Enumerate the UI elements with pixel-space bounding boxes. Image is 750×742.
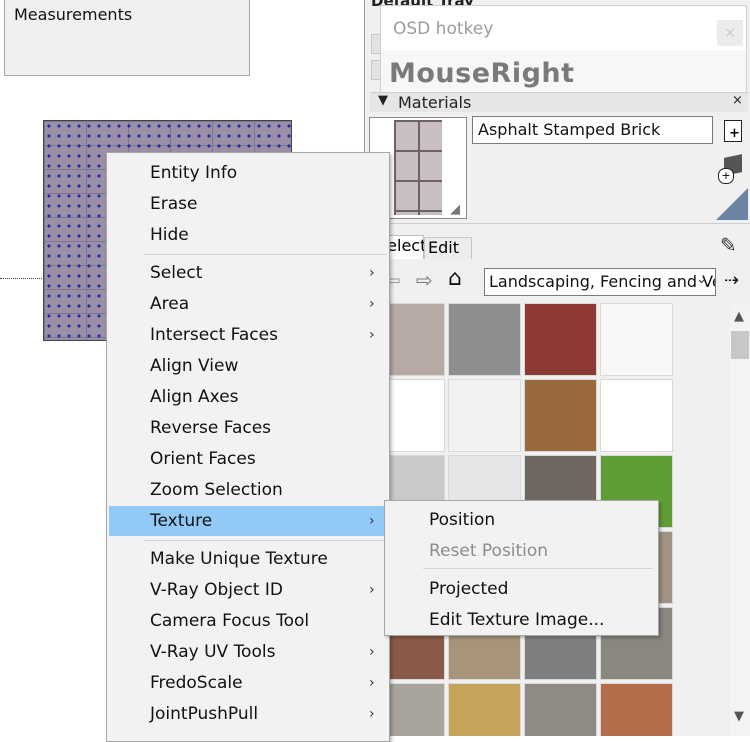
menu-item-zoom-selection[interactable]: Zoom Selection [109, 475, 387, 505]
material-name-field[interactable]: Asphalt Stamped Brick [472, 116, 713, 144]
collapse-arrow-icon[interactable]: ▼ [378, 93, 388, 108]
menu-item-hide[interactable]: Hide [109, 220, 387, 250]
submenu-item-edit-texture-image[interactable]: Edit Texture Image... [387, 605, 657, 635]
menu-item-label: Select [150, 263, 203, 283]
menu-item-make-unique-texture[interactable]: Make Unique Texture [109, 544, 387, 574]
menu-item-label: Reverse Faces [150, 418, 272, 438]
resize-corner-icon: ◢ [450, 202, 460, 217]
material-thumbnail[interactable] [524, 683, 597, 736]
menu-item-v-ray-object-id[interactable]: V-Ray Object ID › [109, 575, 387, 605]
material-thumbnail[interactable] [600, 683, 673, 736]
submenu-item-label: Projected [429, 579, 509, 599]
menu-separator [143, 254, 387, 255]
menu-item-label: Zoom Selection [150, 480, 283, 500]
submenu-arrow-icon: › [369, 582, 375, 598]
plus-circle-icon: + [718, 168, 734, 184]
menu-item-v-ray-uv-tools[interactable]: V-Ray UV Tools › [109, 637, 387, 667]
submenu-arrow-icon: › [369, 327, 375, 343]
submenu-arrow-icon: › [369, 644, 375, 660]
menu-item-select[interactable]: Select › [109, 258, 387, 288]
submenu-arrow-icon: › [369, 265, 375, 281]
menu-item-label: Texture [150, 511, 213, 531]
menu-item-entity-info[interactable]: Entity Info [109, 158, 387, 188]
menu-item-camera-focus-tool[interactable]: Camera Focus Tool [109, 606, 387, 636]
menu-item-label: V-Ray UV Tools [150, 642, 276, 662]
create-material-button[interactable]: + [724, 120, 744, 144]
menu-item-jointpushpull[interactable]: JointPushPull › [109, 699, 387, 729]
osd-header: OSD hotkey × [381, 6, 746, 50]
submenu-arrow-icon: › [369, 706, 375, 722]
menu-item-label: Orient Faces [150, 449, 256, 469]
submenu-item-position[interactable]: Position [387, 505, 657, 535]
submenu-arrow-icon: › [369, 513, 375, 529]
menu-item-align-axes[interactable]: Align Axes [109, 382, 387, 412]
submenu-arrow-icon: › [369, 296, 375, 312]
submenu-item-reset-position: Reset Position [387, 536, 657, 566]
menu-item-label: V-Ray Object ID [150, 580, 283, 600]
osd-close-button[interactable]: × [717, 20, 743, 46]
submenu-item-projected[interactable]: Projected [387, 574, 657, 604]
submenu-item-label: Position [429, 510, 496, 530]
menu-item-fredoscale[interactable]: FredoScale › [109, 668, 387, 698]
dotted-guide-line [0, 278, 42, 279]
osd-hotkey-overlay: OSD hotkey × MouseRight [381, 6, 746, 98]
menu-item-label: Align View [150, 356, 239, 376]
menu-item-erase[interactable]: Erase [109, 189, 387, 219]
sample-paint-triangle-icon[interactable] [716, 188, 748, 220]
menu-separator [143, 540, 387, 541]
osd-key-text: MouseRight [389, 58, 575, 89]
scroll-down-arrow-icon[interactable]: ▼ [734, 709, 744, 724]
scrollbar-thumb[interactable] [731, 331, 749, 359]
texture-submenu: Position Reset Position Projected Edit Text… [384, 500, 659, 636]
menu-item-area[interactable]: Area › [109, 289, 387, 319]
menu-item-label: Area [150, 294, 190, 314]
library-dropdown[interactable]: Landscaping, Fencing and Vegetation [484, 268, 716, 296]
material-thumbnail[interactable] [524, 379, 597, 452]
menu-item-label: Align Axes [150, 387, 239, 407]
menu-item-label: Camera Focus Tool [150, 611, 310, 631]
material-thumbnail[interactable] [600, 303, 673, 376]
measurements-label: Measurements [14, 5, 133, 24]
material-thumbnail[interactable] [448, 683, 521, 736]
divider [366, 223, 750, 224]
menu-item-label: Make Unique Texture [150, 549, 328, 569]
materials-panel-header[interactable]: ▼ Materials × [370, 92, 748, 112]
scroll-up-arrow-icon[interactable]: ▲ [734, 309, 744, 324]
vertical-scrollbar[interactable]: ▲ ▼ [730, 305, 750, 736]
measurements-box[interactable]: Measurements [4, 0, 250, 76]
default-paint-button[interactable]: + [718, 152, 748, 186]
submenu-item-label: Edit Texture Image... [429, 610, 605, 630]
chevron-down-icon[interactable]: ⌄ [696, 272, 707, 287]
material-thumbnail[interactable] [600, 379, 673, 452]
eyedropper-icon[interactable]: ✎ [720, 233, 737, 257]
material-thumbnail[interactable] [524, 303, 597, 376]
menu-item-intersect-faces[interactable]: Intersect Faces › [109, 320, 387, 350]
plus-icon: + [729, 126, 740, 141]
material-thumbnail[interactable] [448, 379, 521, 452]
details-icon[interactable]: ⇢ [724, 270, 739, 291]
menu-item-label: Erase [150, 194, 198, 214]
menu-item-label: Hide [150, 225, 189, 245]
menu-item-texture[interactable]: Texture › [109, 506, 387, 536]
context-menu: Entity Info Erase Hide Select › Area › Intersec… [106, 152, 390, 742]
materials-title: Materials [398, 93, 472, 112]
submenu-arrow-icon: › [369, 675, 375, 691]
home-icon[interactable]: ⌂ [448, 266, 462, 291]
menu-item-label: Intersect Faces [150, 325, 278, 345]
menu-item-label: JointPushPull [150, 704, 259, 724]
material-thumbnail[interactable] [448, 303, 521, 376]
menu-item-align-view[interactable]: Align View [109, 351, 387, 381]
menu-item-label: FredoScale [150, 673, 243, 693]
forward-arrow-icon[interactable]: ⇨ [416, 268, 433, 292]
submenu-item-label: Reset Position [429, 541, 549, 561]
material-preview-image [394, 120, 442, 215]
menu-item-label: Entity Info [150, 163, 238, 183]
tab-edit[interactable]: Edit [424, 237, 472, 259]
menu-item-reverse-faces[interactable]: Reverse Faces [109, 413, 387, 443]
menu-item-orient-faces[interactable]: Orient Faces [109, 444, 387, 474]
osd-title: OSD hotkey [393, 19, 494, 39]
menu-separator [423, 568, 653, 569]
close-icon[interactable]: × [732, 93, 743, 108]
